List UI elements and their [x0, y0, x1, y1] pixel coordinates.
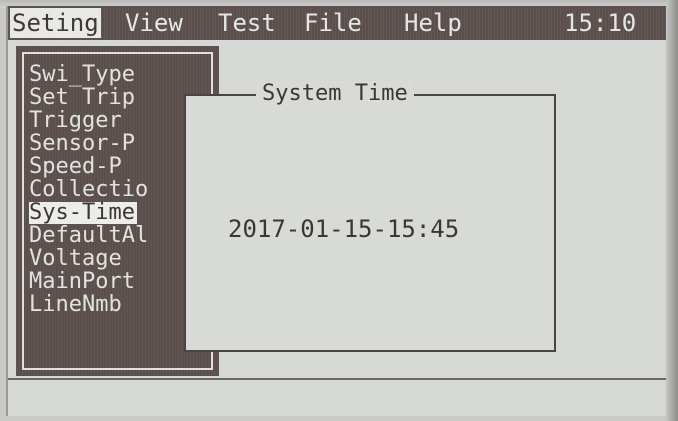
- menu-item-sensor-p[interactable]: Sensor-P: [29, 133, 135, 155]
- status-divider: [8, 378, 666, 380]
- menu-bar: Seting View Test File Help 15:10: [8, 6, 666, 40]
- system-time-dialog: System Time 2017-01-15-15:45: [184, 81, 556, 352]
- menu-item-defaultal[interactable]: DefaultAl: [29, 225, 148, 247]
- menu-item-mainport[interactable]: MainPort: [29, 271, 135, 293]
- menu-seting[interactable]: Seting: [10, 8, 101, 38]
- menu-item-collectio[interactable]: Collectio: [29, 179, 148, 201]
- dialog-title: System Time: [256, 81, 414, 107]
- menu-item-sys-time[interactable]: Sys-Time: [29, 202, 137, 224]
- menu-help[interactable]: Help: [404, 8, 462, 38]
- menu-item-set-trip[interactable]: Set Trip: [29, 87, 135, 109]
- device-bezel-right: [666, 0, 678, 421]
- system-time-value[interactable]: 2017-01-15-15:45: [228, 214, 459, 244]
- lcd-screen: Seting View Test File Help 15:10 Swi_Typ…: [6, 6, 666, 416]
- menu-item-linenmb[interactable]: LineNmb: [29, 294, 122, 316]
- menu-item-swi-type[interactable]: Swi_Type: [29, 64, 135, 86]
- menu-view[interactable]: View: [125, 8, 183, 38]
- menu-item-voltage[interactable]: Voltage: [29, 248, 122, 270]
- menu-test[interactable]: Test: [218, 8, 276, 38]
- menu-item-speed-p[interactable]: Speed-P: [29, 156, 122, 178]
- menu-item-trigger[interactable]: Trigger: [29, 110, 122, 132]
- menu-file[interactable]: File: [304, 8, 362, 38]
- clock-display: 15:10: [564, 9, 637, 37]
